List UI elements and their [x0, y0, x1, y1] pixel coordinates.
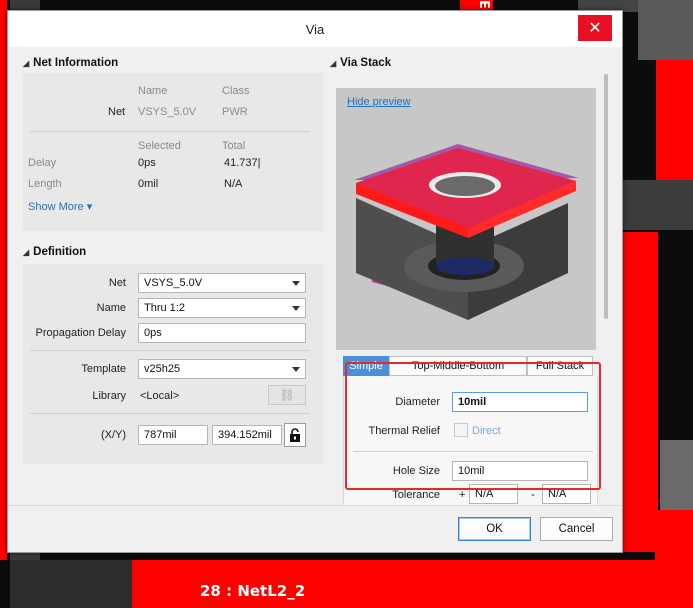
col-total-header: Total: [222, 140, 246, 152]
divider: [353, 451, 593, 452]
via-3d-model: [354, 144, 579, 320]
unlock-button[interactable]: [284, 423, 306, 447]
via-stack-tabs: Simple Top-Middle-Bottom Full Stack: [343, 356, 593, 376]
via-stack-scrollbar[interactable]: [602, 64, 610, 509]
net-class-value: PWR: [222, 106, 248, 118]
divider: [30, 413, 310, 414]
template-select[interactable]: v25h25: [138, 359, 306, 379]
net-select-value: VSYS_5.0V: [144, 277, 203, 289]
def-net-label: Net: [108, 277, 126, 289]
ok-button[interactable]: OK: [458, 517, 531, 541]
chevron-down-icon: [292, 306, 300, 311]
section-title: Net Information: [33, 57, 119, 69]
divider: [30, 131, 310, 132]
library-value: <Local>: [140, 390, 180, 402]
delay-label: Delay: [28, 157, 57, 169]
col-selected-header: Selected: [138, 140, 181, 152]
pcb-trace: [623, 232, 658, 552]
pcb-trace: [638, 0, 693, 60]
xy-label: (X/Y): [100, 429, 126, 441]
pcb-trace: [655, 510, 693, 560]
hole-size-label: Hole Size: [392, 465, 440, 477]
delay-total-value: 41.737|: [224, 157, 261, 169]
chevron-down-icon: [292, 281, 300, 286]
pcb-trace: [0, 0, 7, 560]
tolerance-plus-field[interactable]: N/A: [469, 484, 518, 504]
delay-selected-value: 0ps: [138, 157, 156, 169]
definition-header[interactable]: ◢ Definition: [23, 246, 86, 258]
tolerance-minus-field[interactable]: N/A: [542, 484, 591, 504]
length-label: Length: [28, 178, 62, 190]
y-field[interactable]: 394.152mil: [212, 425, 282, 445]
net-name-value: VSYS_5.0V: [138, 106, 197, 118]
hole-size-field[interactable]: 10mil: [452, 461, 588, 481]
length-selected-value: 0mil: [138, 178, 159, 190]
x-field[interactable]: 787mil: [138, 425, 208, 445]
collapse-icon: ◢: [23, 247, 30, 257]
dialog-footer: OK Cancel: [8, 505, 622, 552]
net-label: Net: [108, 106, 126, 118]
scroll-thumb[interactable]: [604, 74, 608, 319]
window-title: Via: [305, 21, 325, 37]
diameter-label: Diameter: [395, 396, 440, 408]
library-label: Library: [92, 390, 126, 402]
via-preview[interactable]: Hide preview: [336, 88, 596, 350]
propagation-delay-label: Propagation Delay: [35, 327, 126, 339]
tolerance-plus-sign: +: [459, 489, 466, 501]
name-label: Name: [96, 302, 126, 314]
length-total-value: N/A: [224, 178, 243, 190]
net-select[interactable]: VSYS_5.0V: [138, 273, 306, 293]
tab-full-stack[interactable]: Full Stack: [527, 356, 593, 376]
divider: [30, 350, 310, 351]
thermal-relief-checkbox[interactable]: [454, 423, 468, 437]
thermal-relief-label: Thermal Relief: [368, 425, 440, 437]
pcb-trace: [10, 560, 132, 608]
close-icon: ✕: [588, 20, 602, 37]
tolerance-minus-sign: -: [531, 489, 535, 501]
unlock-icon: [290, 428, 300, 442]
collapse-icon: ◢: [23, 58, 30, 68]
net-label: 28 : NetL2_2: [200, 582, 306, 600]
name-select-value: Thru 1:2: [144, 302, 185, 314]
section-title: Definition: [33, 246, 87, 258]
col-class-header: Class: [222, 85, 250, 97]
net-information-header[interactable]: ◢ Net Information: [23, 57, 118, 69]
collapse-icon: ◢: [330, 58, 337, 68]
col-name-header: Name: [138, 85, 168, 97]
propagation-delay-field[interactable]: 0ps: [138, 323, 306, 343]
via-stack-header[interactable]: ◢ Via Stack: [330, 57, 391, 69]
chevron-down-icon: [292, 367, 300, 372]
template-select-value: v25h25: [144, 363, 181, 375]
show-more-link[interactable]: Show More ▾: [28, 200, 92, 213]
link-icon: ⛓: [279, 388, 295, 402]
title-bar: Via ✕: [8, 11, 622, 47]
tolerance-label: Tolerance: [392, 489, 440, 501]
link-library-button[interactable]: ⛓: [268, 385, 306, 405]
thermal-relief-option: Direct: [472, 425, 501, 437]
diameter-field[interactable]: 10mil: [452, 392, 588, 412]
template-label: Template: [81, 363, 126, 375]
section-title: Via Stack: [340, 57, 392, 69]
pcb-trace: [656, 60, 693, 180]
tab-simple[interactable]: Simple: [343, 356, 389, 376]
name-select[interactable]: Thru 1:2: [138, 298, 306, 318]
tab-top-middle-bottom[interactable]: Top-Middle-Bottom: [389, 356, 527, 376]
pcb-trace: [623, 180, 693, 230]
dialog-content: ◢ Net Information Name Class Net VSYS_5.…: [18, 51, 610, 506]
cancel-button[interactable]: Cancel: [540, 517, 613, 541]
via-dialog: Via ✕ ◢ Net Information Name Class Net V…: [7, 10, 623, 553]
close-button[interactable]: ✕: [578, 15, 612, 41]
